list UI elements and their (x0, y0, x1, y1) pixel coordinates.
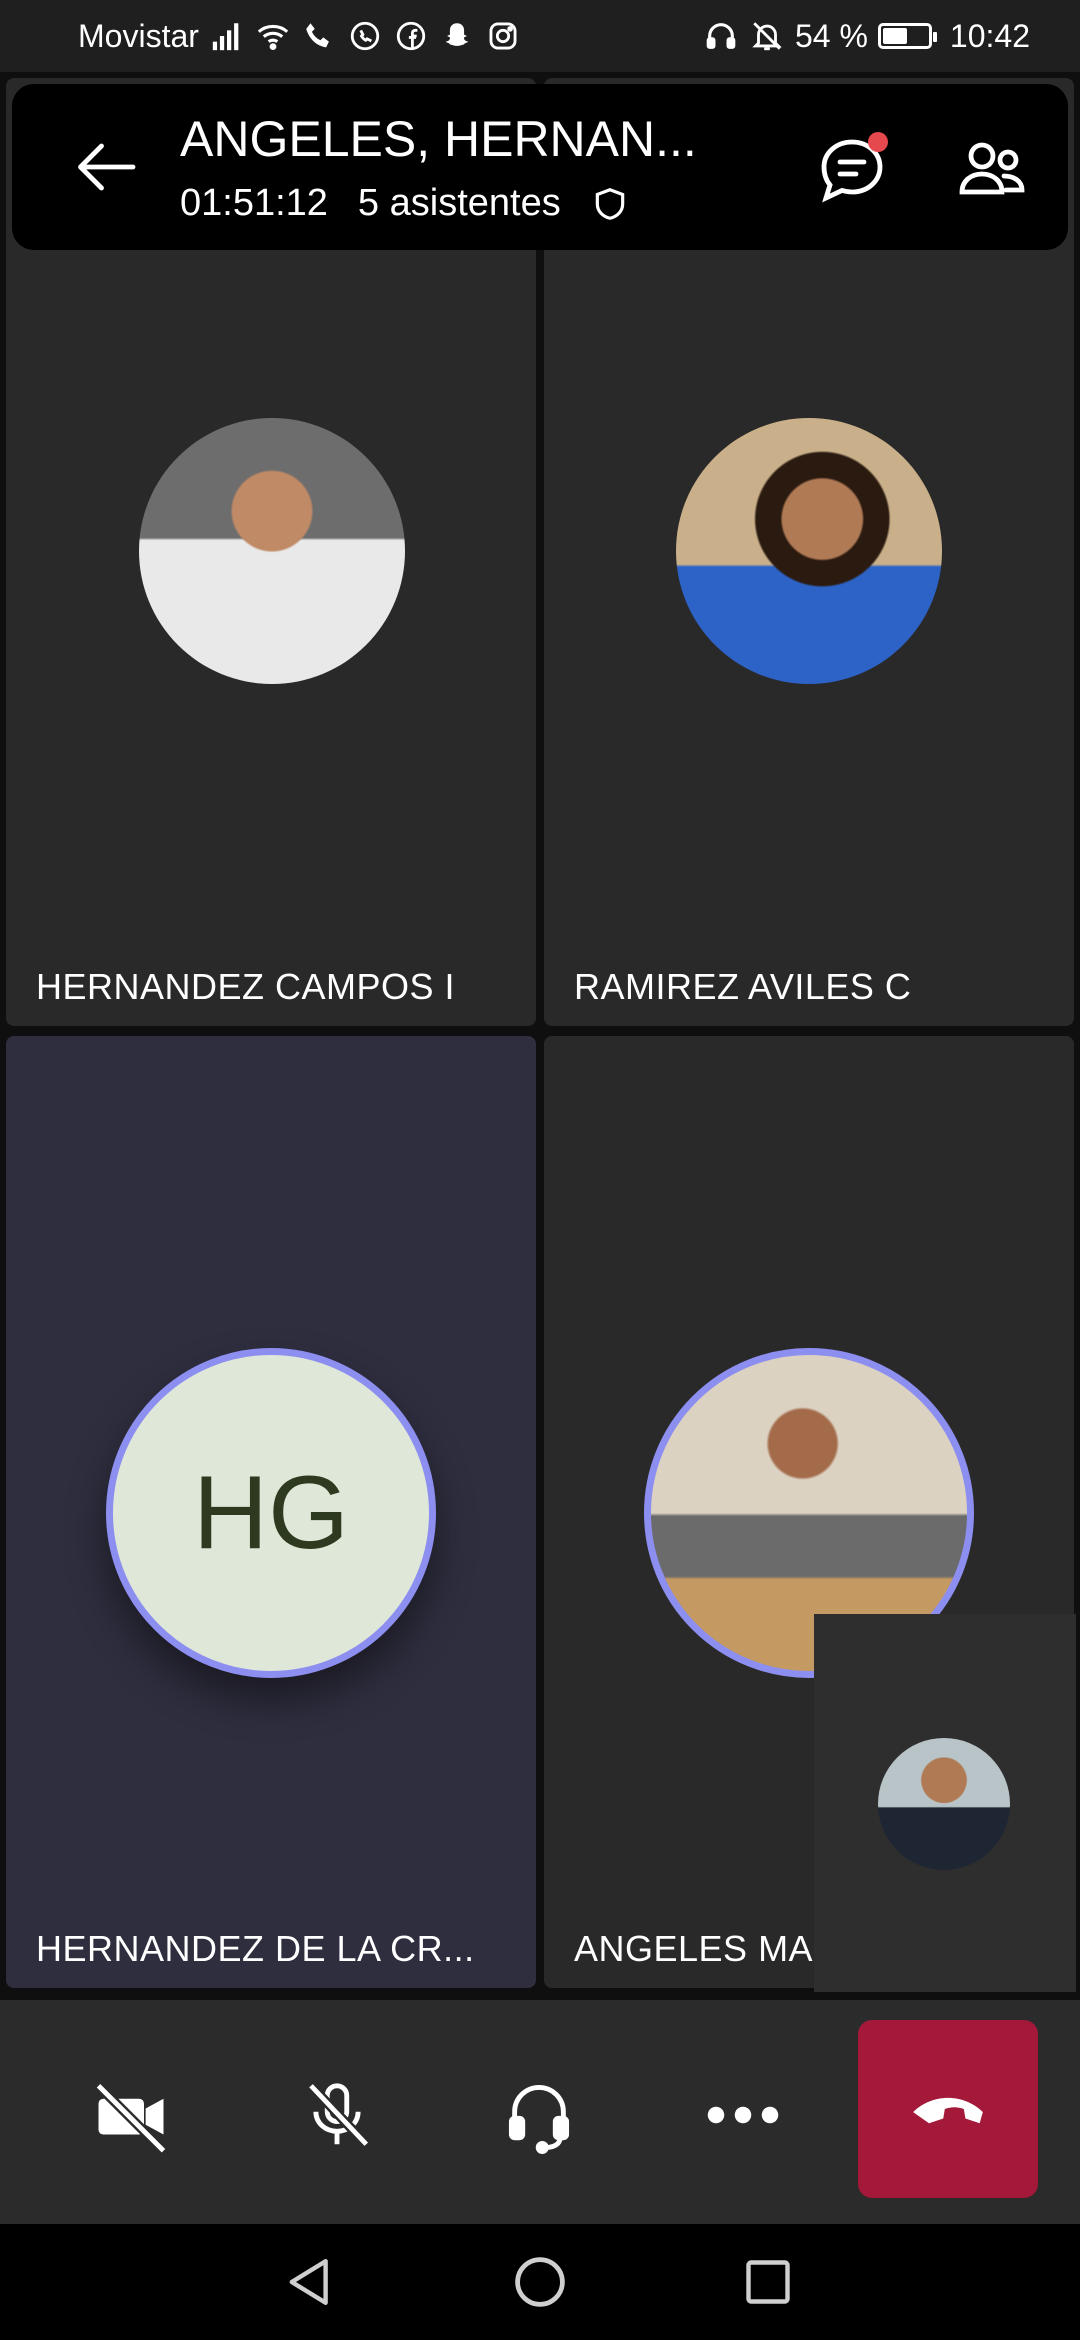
signal-icon (209, 18, 245, 54)
people-icon (959, 142, 1025, 195)
initials-avatar: HG (106, 1348, 436, 1678)
facebook-icon (393, 18, 429, 54)
snapchat-icon (439, 18, 475, 54)
muted-bell-icon (749, 18, 785, 54)
whatsapp-icon (347, 18, 383, 54)
wifi-icon (255, 18, 291, 54)
nav-back-button[interactable] (280, 2252, 340, 2312)
more-icon (707, 2106, 779, 2124)
participant-avatar (676, 418, 942, 684)
participant-name: ANGELES MA (574, 1928, 814, 1969)
camera-toggle-button[interactable] (76, 2060, 186, 2170)
participant-tile-speaking[interactable]: HG HERNANDEZ DE LA CR... (6, 1036, 536, 1988)
mic-off-icon (307, 2082, 370, 2148)
square-recents-icon (746, 2260, 790, 2304)
call-controls (0, 2000, 1080, 2224)
call-duration: 01:51:12 (180, 182, 328, 224)
clock: 10:42 (949, 17, 1030, 54)
battery-icon (877, 23, 937, 49)
participants-button[interactable] (952, 130, 1032, 210)
back-button[interactable] (68, 134, 144, 200)
shield-icon (595, 187, 624, 220)
battery-percent: 54 % (794, 17, 868, 54)
headphones-status-icon (703, 18, 739, 54)
battery-fill (882, 28, 907, 44)
nav-recents-button[interactable] (738, 2252, 798, 2312)
instagram-icon (485, 18, 521, 54)
hangup-icon (913, 2097, 983, 2124)
meeting-info: 01:51:12 5 asistentes (180, 182, 629, 225)
participant-name: RAMIREZ AVILES C (574, 966, 912, 1007)
self-avatar (878, 1738, 1010, 1870)
more-options-button[interactable] (688, 2060, 798, 2170)
back-arrow-icon (78, 143, 136, 191)
nav-home-button[interactable] (510, 2252, 570, 2312)
phone-icon (301, 18, 337, 54)
attendee-count: 5 asistentes (357, 182, 561, 224)
system-nav-bar (0, 2224, 1080, 2340)
triangle-back-icon (289, 2258, 328, 2306)
hangup-button[interactable] (858, 2020, 1038, 2198)
self-view[interactable] (814, 1614, 1076, 1992)
circle-home-icon (515, 2257, 565, 2307)
call-header: ANGELES, HERNAN... 01:51:12 5 asistentes (12, 84, 1068, 250)
headset-icon (508, 2085, 570, 2154)
audio-device-button[interactable] (484, 2060, 594, 2170)
carrier-label: Movistar (78, 17, 199, 54)
participant-name: HERNANDEZ DE LA CR... (36, 1928, 475, 1969)
camera-off-icon (95, 2082, 167, 2154)
participant-avatar (139, 418, 405, 684)
participant-name: HERNANDEZ CAMPOS I (36, 966, 456, 1007)
status-bar: Movistar 54 % 10:42 (0, 0, 1080, 72)
chat-button[interactable] (812, 130, 892, 210)
notification-dot (868, 132, 888, 152)
meeting-title: ANGELES, HERNAN... (180, 111, 697, 167)
microphone-toggle-button[interactable] (282, 2060, 392, 2170)
